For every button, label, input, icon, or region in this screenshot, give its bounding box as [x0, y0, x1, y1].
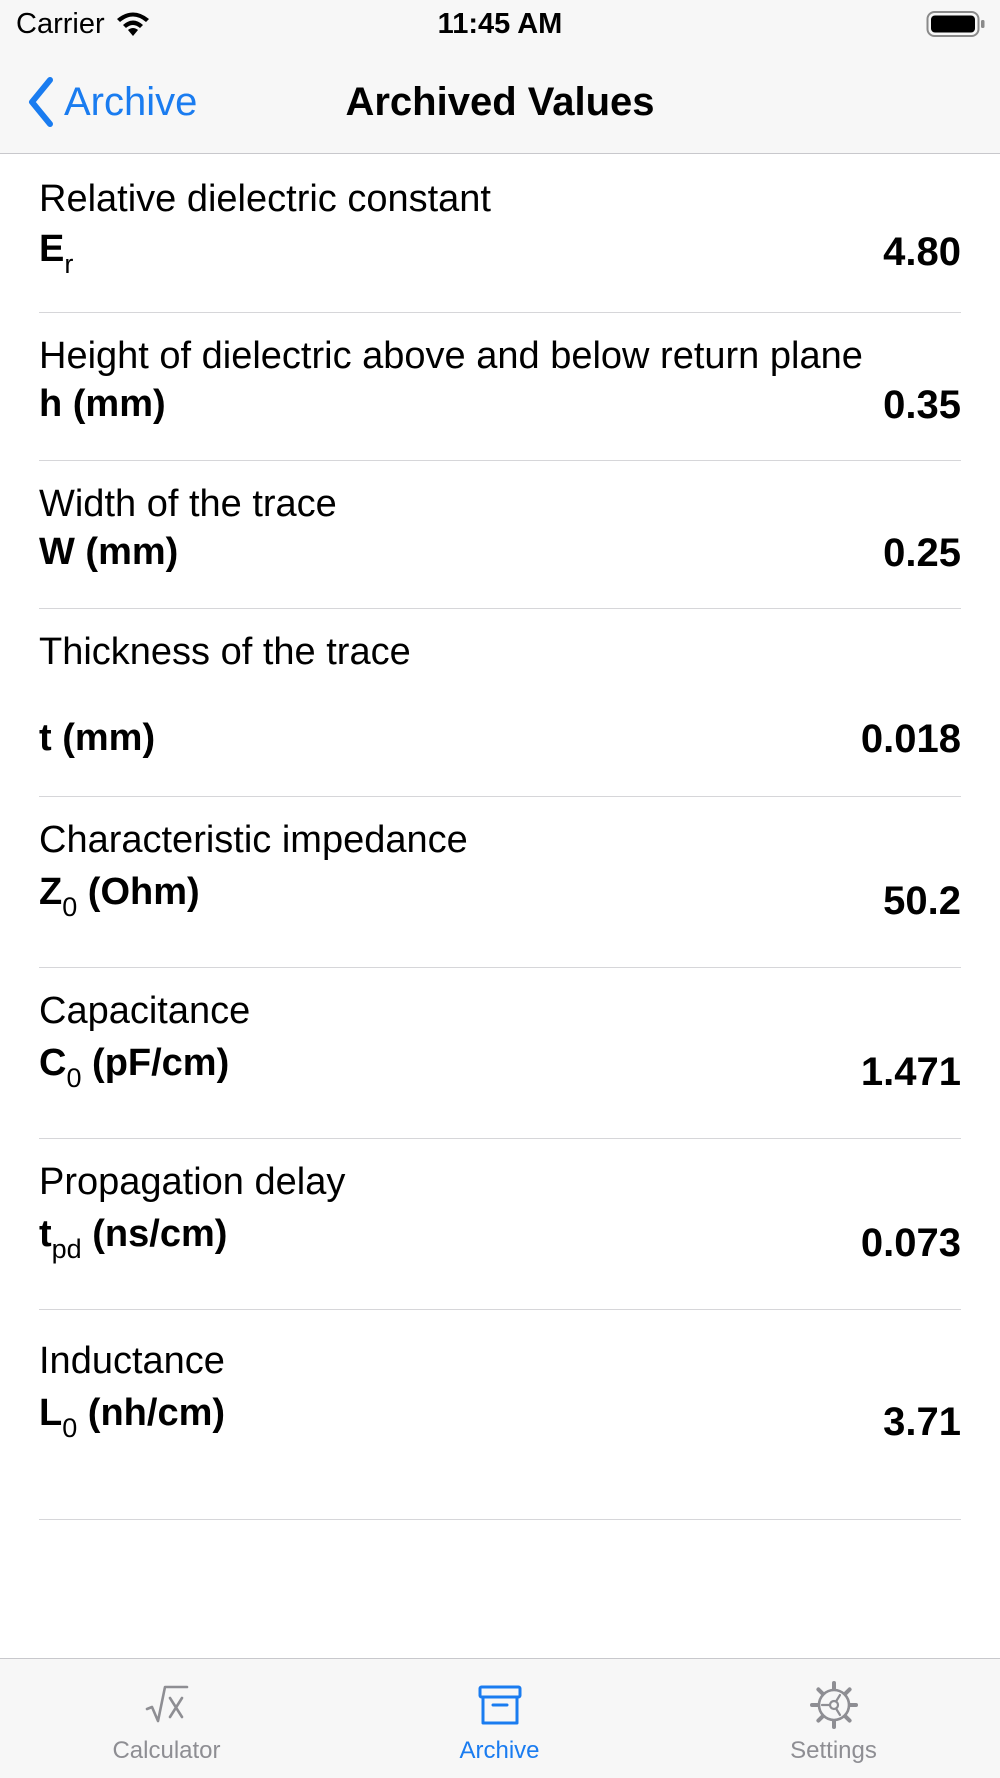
- list-item[interactable]: Height of dielectric above and below ret…: [39, 313, 961, 461]
- symbol-main: C: [39, 1042, 67, 1084]
- symbol-main: E: [39, 228, 65, 270]
- symbol-subscript: 0: [62, 892, 78, 922]
- symbol-main: t: [39, 1213, 52, 1255]
- list-item[interactable]: Thickness of the trace t (mm) 0.018: [39, 609, 961, 797]
- symbol-subscript: 0: [66, 1063, 82, 1093]
- row-description: Height of dielectric above and below ret…: [39, 335, 863, 377]
- row-symbol: C0 (pF/cm): [39, 1042, 230, 1093]
- row-value: 50.2: [883, 879, 961, 923]
- status-bar: Carrier 11:45 AM: [0, 0, 1000, 52]
- row-symbol: W (mm): [39, 531, 178, 574]
- archived-values-list: Relative dielectric constant Er 4.80 Hei…: [0, 154, 1000, 1520]
- row-symbol: h (mm): [39, 383, 166, 426]
- row-symbol: tpd (ns/cm): [39, 1213, 228, 1264]
- page-title: Archived Values: [345, 80, 655, 124]
- list-item[interactable]: Width of the trace W (mm) 0.25: [39, 461, 961, 609]
- row-description: Relative dielectric constant: [39, 178, 491, 220]
- row-symbol: t (mm): [39, 717, 155, 760]
- navigation-bar: Archive Archived Values: [0, 52, 1000, 154]
- row-value: 4.80: [883, 230, 961, 274]
- status-time: 11:45 AM: [437, 8, 563, 40]
- row-symbol: Er: [39, 228, 73, 279]
- tab-label: Archive: [459, 1737, 540, 1764]
- list-item[interactable]: Capacitance C0 (pF/cm) 1.471: [39, 968, 961, 1139]
- archive-box-icon: [478, 1685, 521, 1725]
- row-description: Propagation delay: [39, 1161, 346, 1203]
- symbol-unit: (ns/cm): [81, 1213, 228, 1255]
- row-symbol: Z0 (Ohm): [39, 871, 200, 922]
- symbol-subscript: r: [64, 249, 74, 279]
- row-description: Width of the trace: [39, 483, 337, 525]
- row-value: 0.073: [860, 1221, 961, 1265]
- list-item[interactable]: Relative dielectric constant Er 4.80: [39, 154, 961, 313]
- square-root-icon: [145, 1685, 188, 1723]
- row-description: Capacitance: [39, 990, 251, 1032]
- symbol-main: t (mm): [39, 717, 156, 759]
- symbol-main: Z: [39, 871, 63, 913]
- row-symbol: L0 (nh/cm): [39, 1392, 226, 1443]
- row-value: 3.71: [883, 1400, 961, 1444]
- tab-archive[interactable]: Archive: [333, 1659, 666, 1778]
- symbol-subscript: pd: [51, 1234, 82, 1264]
- gear-icon: [809, 1681, 858, 1729]
- symbol-unit: (nh/cm): [77, 1392, 226, 1434]
- symbol-unit: (Ohm): [77, 871, 200, 913]
- tab-bar: Calculator Archive Settings: [0, 1658, 1000, 1778]
- row-description: Characteristic impedance: [39, 819, 468, 861]
- tab-label: Settings: [790, 1737, 877, 1764]
- row-value: 1.471: [860, 1050, 961, 1094]
- symbol-main: W (mm): [39, 531, 179, 573]
- row-value: 0.25: [883, 531, 961, 575]
- battery-icon: [926, 11, 985, 37]
- row-value: 0.35: [883, 383, 961, 427]
- list-item[interactable]: Propagation delay tpd (ns/cm) 0.073: [39, 1139, 961, 1310]
- list-item[interactable]: Inductance L0 (nh/cm) 3.71: [39, 1310, 961, 1520]
- symbol-subscript: 0: [62, 1413, 78, 1443]
- row-description: Thickness of the trace: [39, 631, 411, 673]
- list-item[interactable]: Characteristic impedance Z0 (Ohm) 50.2: [39, 797, 961, 968]
- row-description: Inductance: [39, 1340, 225, 1382]
- tab-calculator[interactable]: Calculator: [0, 1659, 333, 1778]
- symbol-main: L: [39, 1392, 63, 1434]
- symbol-main: h (mm): [39, 383, 166, 425]
- row-value: 0.018: [860, 717, 961, 761]
- symbol-unit: (pF/cm): [81, 1042, 230, 1084]
- tab-label: Calculator: [112, 1737, 221, 1764]
- tab-settings[interactable]: Settings: [667, 1659, 1000, 1778]
